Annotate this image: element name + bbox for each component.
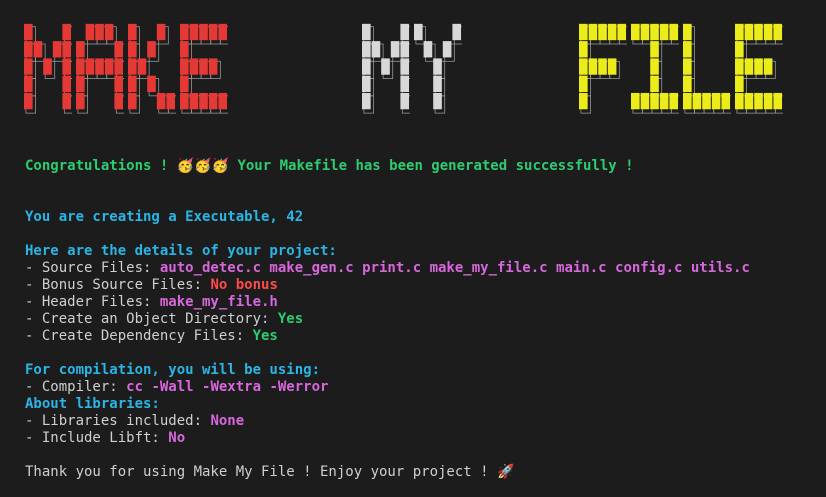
bonus-files-line: - Bonus Source Files: No bonus: [25, 277, 278, 293]
banner-word-make: [24, 22, 228, 114]
banner-letter-f: [579, 22, 627, 114]
libft-line: - Include Libft: No: [25, 430, 186, 446]
libraries-header: About libraries:: [25, 396, 160, 412]
source-files-line: - Source Files: auto_detec.c make_gen.c …: [25, 260, 750, 276]
banner-letter-e: [180, 22, 228, 114]
libraries-line: - Libraries included: None: [25, 413, 245, 429]
banner-word-file: [579, 22, 783, 114]
thanks-line: Thank you for using Make My File ! Enjoy…: [25, 464, 515, 480]
dependency-files-line: - Create Dependency Files: Yes: [25, 328, 278, 344]
compilation-header: For compilation, you will be using:: [25, 362, 321, 378]
details-header: Here are the details of your project:: [25, 243, 337, 259]
object-dir-line: - Create an Object Directory: Yes: [25, 311, 304, 327]
banner-letter-m: [24, 22, 72, 114]
rocket-icon: 🚀: [497, 464, 515, 480]
party-emoji-icon: 🥳🥳🥳: [176, 158, 230, 174]
creating-line: You are creating a Executable, 42: [25, 209, 304, 225]
banner-letter-e: [735, 22, 783, 114]
banner-letter-a: [76, 22, 124, 114]
banner-letter-y: [414, 22, 462, 114]
banner-letter-m: [362, 22, 410, 114]
banner-letter-l: [683, 22, 731, 114]
terminal-output: Congratulations ! 🥳🥳🥳 Your Makefile has …: [25, 158, 750, 481]
banner-word-my: [362, 22, 462, 114]
congrats-line: Congratulations ! 🥳🥳🥳 Your Makefile has …: [25, 158, 634, 174]
banner-letter-k: [128, 22, 176, 114]
header-files-line: - Header Files: make_my_file.h: [25, 294, 278, 310]
compiler-line: - Compiler: cc -Wall -Wextra -Werror: [25, 379, 329, 395]
banner-letter-i: [631, 22, 679, 114]
